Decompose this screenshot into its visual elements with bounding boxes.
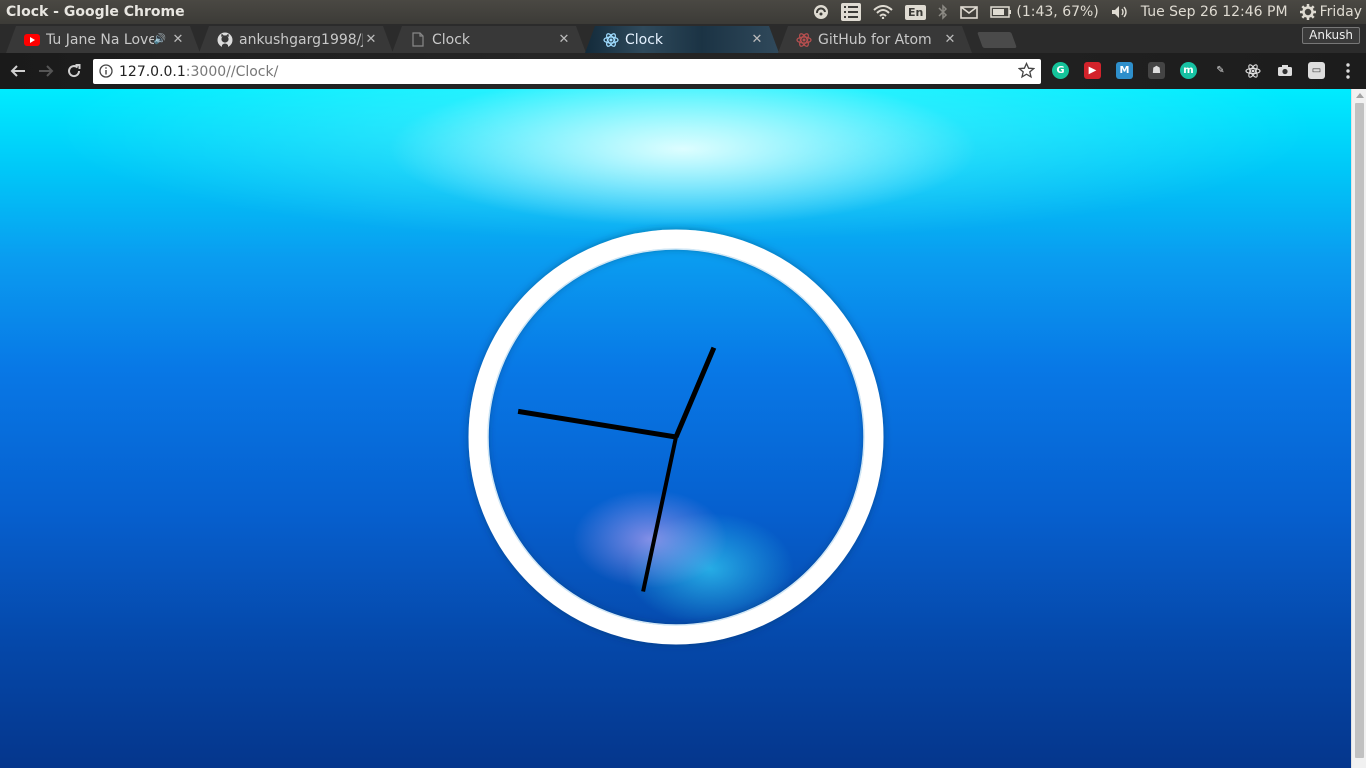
back-button[interactable] — [8, 61, 28, 81]
tab-clock-1[interactable]: Clock ✕ — [392, 26, 586, 53]
second-hand — [641, 436, 678, 592]
m-icon[interactable]: M — [1116, 62, 1133, 79]
tab-title: Clock — [432, 31, 471, 48]
close-icon[interactable]: ✕ — [942, 32, 958, 47]
close-icon[interactable]: ✕ — [363, 32, 379, 47]
url-host: 127.0.0.1 — [119, 63, 186, 80]
menu-list-icon[interactable] — [841, 0, 862, 24]
bookmark-star-icon[interactable] — [1017, 61, 1036, 83]
analog-clock — [468, 229, 884, 645]
sync-icon[interactable] — [813, 0, 829, 24]
url-path: :3000//Clock/ — [185, 63, 279, 80]
atom-icon — [796, 32, 812, 48]
top-panel: Clock - Google Chrome En (1:43, 67%) Tue… — [0, 0, 1366, 24]
tab-github-atom[interactable]: GitHub for Atom ✕ — [778, 26, 972, 53]
system-tray: En (1:43, 67%) Tue Sep 26 12:46 PM Frida… — [807, 0, 1366, 24]
vertical-scrollbar[interactable] — [1351, 89, 1366, 768]
new-tab-button[interactable] — [977, 32, 1017, 48]
battery-icon — [990, 6, 1012, 18]
tab-clock-active[interactable]: Clock ✕ — [585, 26, 779, 53]
close-icon[interactable]: ✕ — [170, 32, 186, 47]
scroll-up-arrow-icon[interactable] — [1356, 93, 1364, 98]
volume-icon[interactable] — [1111, 0, 1129, 24]
camera-icon[interactable] — [1276, 62, 1293, 79]
forward-button[interactable] — [36, 61, 56, 81]
clock-datetime[interactable]: Tue Sep 26 12:46 PM — [1141, 0, 1288, 24]
page-icon — [410, 32, 426, 48]
youtube-icon — [24, 32, 40, 48]
profile-button[interactable]: Ankush — [1302, 27, 1360, 44]
hour-hand — [673, 346, 717, 438]
kebab-menu-icon — [1346, 63, 1350, 79]
chrome-menu-button[interactable] — [1338, 61, 1358, 81]
arrow-right-icon — [39, 65, 54, 77]
github-icon — [217, 32, 233, 48]
address-bar[interactable]: 127.0.0.1:3000//Clock/ — [93, 59, 1041, 84]
speaker-icon[interactable]: 🔊 — [154, 34, 166, 45]
arrow-left-icon — [10, 65, 25, 77]
browser-toolbar: 127.0.0.1:3000//Clock/ G ▶ M ☗ m ✎ ▭ — [0, 53, 1366, 89]
reload-button[interactable] — [64, 61, 84, 81]
battery-status: (1:43, 67%) — [1016, 4, 1099, 20]
mail-icon[interactable] — [960, 0, 979, 24]
language-badge: En — [905, 4, 927, 20]
tab-title: ankushgarg1998/J — [239, 31, 363, 48]
react-icon[interactable] — [1244, 62, 1261, 79]
wifi-icon[interactable] — [873, 0, 893, 24]
close-icon[interactable]: ✕ — [556, 32, 572, 47]
evernote-icon[interactable]: ☗ — [1148, 62, 1165, 79]
battery-indicator[interactable]: (1:43, 67%) — [990, 0, 1099, 24]
chat-icon[interactable]: ▭ — [1308, 62, 1325, 79]
minute-hand — [517, 408, 677, 440]
window-title: Clock - Google Chrome — [6, 4, 185, 20]
tab-title: Clock — [625, 31, 664, 48]
session-menu[interactable]: Friday — [1299, 0, 1362, 24]
grammarly-icon[interactable]: G — [1052, 62, 1069, 79]
stylus-icon[interactable]: ✎ — [1212, 62, 1229, 79]
reload-icon — [68, 64, 81, 78]
bluetooth-icon[interactable] — [938, 0, 948, 24]
tab-title: Tu Jane Na Love — [46, 31, 154, 48]
pocket-icon[interactable]: ▶ — [1084, 62, 1101, 79]
tab-youtube[interactable]: Tu Jane Na Love 🔊 ✕ — [6, 26, 200, 53]
keyboard-language-indicator[interactable]: En — [905, 0, 927, 24]
close-icon[interactable]: ✕ — [749, 32, 765, 47]
info-icon[interactable] — [99, 64, 113, 82]
mercury-icon[interactable]: m — [1180, 62, 1197, 79]
user-name: Friday — [1319, 4, 1362, 20]
tab-title: GitHub for Atom — [818, 31, 932, 48]
tab-github[interactable]: ankushgarg1998/J ✕ — [199, 26, 393, 53]
scrollbar-thumb[interactable] — [1355, 103, 1364, 758]
gear-icon — [1299, 4, 1316, 20]
page-content — [0, 89, 1351, 768]
tab-strip: Tu Jane Na Love 🔊 ✕ ankushgarg1998/J ✕ C… — [0, 24, 1366, 53]
atom-icon — [603, 32, 619, 48]
